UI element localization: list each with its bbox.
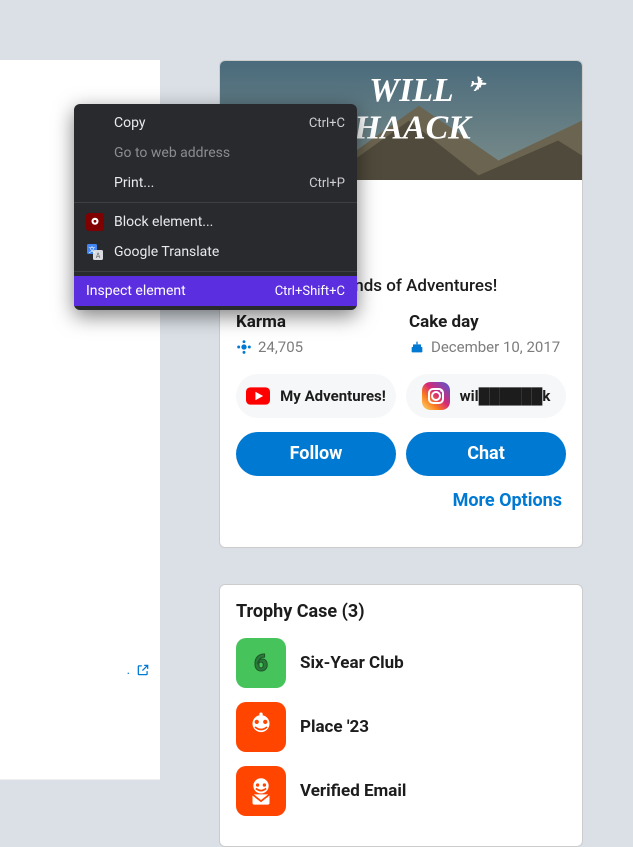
svg-text:6: 6	[254, 649, 268, 677]
chat-label: Chat	[467, 443, 505, 464]
ctx-print-label: Print...	[114, 175, 299, 191]
karma-value: 24,705	[258, 338, 303, 356]
banner-text-bottom: HAACK	[353, 110, 473, 147]
trophy-title: Trophy Case (3)	[236, 601, 566, 622]
ctx-goto: Go to web address	[74, 138, 357, 168]
ctx-copy-shortcut: Ctrl+C	[309, 116, 345, 131]
six-year-club-icon: 6	[236, 638, 286, 688]
stats-row: Karma 24,705 Cake day December 10, 2017	[236, 312, 566, 356]
blank-icon	[86, 174, 104, 192]
youtube-link[interactable]: My Adventures!	[236, 374, 396, 418]
ctx-separator	[74, 271, 357, 272]
ctx-copy[interactable]: Copy Ctrl+C	[74, 108, 357, 138]
more-options-link[interactable]: More Options	[236, 490, 566, 511]
trophy-row: Verified Email	[236, 766, 566, 816]
ctx-copy-label: Copy	[114, 115, 299, 131]
banner-text-top: WILL	[369, 72, 453, 109]
trophy-name: Place '23	[300, 717, 369, 737]
left-top-section	[0, 60, 160, 106]
external-link-icon	[136, 663, 150, 677]
ctx-print[interactable]: Print... Ctrl+P	[74, 168, 357, 198]
verified-email-icon	[236, 766, 286, 816]
left-external-link[interactable]: .	[0, 640, 160, 700]
instagram-link-label: wil██████k	[460, 387, 551, 405]
follow-label: Follow	[290, 443, 343, 464]
blank-icon	[86, 144, 104, 162]
trophy-row: 6 Six-Year Club	[236, 638, 566, 688]
youtube-link-label: My Adventures!	[280, 387, 386, 405]
ctx-print-shortcut: Ctrl+P	[309, 176, 345, 191]
svg-text:✈: ✈	[469, 74, 487, 96]
context-menu: Copy Ctrl+C Go to web address Print... C…	[74, 104, 357, 310]
youtube-icon	[246, 387, 270, 405]
cakeday-value: December 10, 2017	[431, 338, 560, 356]
trophy-row: Place '23	[236, 702, 566, 752]
ctx-google-translate[interactable]: 文A Google Translate	[74, 237, 357, 267]
follow-button[interactable]: Follow	[236, 432, 396, 476]
place23-icon	[236, 702, 286, 752]
ctx-block-label: Block element...	[114, 214, 345, 230]
ctx-translate-label: Google Translate	[114, 244, 345, 260]
chat-button[interactable]: Chat	[406, 432, 566, 476]
more-options-label: More Options	[453, 490, 562, 511]
cakeday-label: Cake day	[409, 312, 566, 332]
svg-text:文: 文	[89, 245, 96, 254]
cakeday-stat: Cake day December 10, 2017	[409, 312, 566, 356]
karma-icon	[236, 339, 252, 355]
instagram-link[interactable]: wil██████k	[406, 374, 566, 418]
ublock-icon	[86, 213, 104, 231]
cake-icon	[409, 339, 425, 355]
social-links-row: My Adventures! wil██████k	[236, 374, 566, 418]
trophy-name: Verified Email	[300, 781, 406, 801]
ctx-inspect-element[interactable]: Inspect element Ctrl+Shift+C	[74, 276, 357, 306]
blank-icon	[86, 114, 104, 132]
ctx-goto-label: Go to web address	[114, 145, 345, 161]
left-external-label: .	[127, 663, 130, 678]
trophy-card: Trophy Case (3) 6 Six-Year Club Place '2…	[219, 584, 583, 847]
karma-stat: Karma 24,705	[236, 312, 393, 356]
instagram-icon	[422, 382, 450, 410]
ctx-block-element[interactable]: Block element...	[74, 207, 357, 237]
trophy-name: Six-Year Club	[300, 653, 404, 673]
cta-row: Follow Chat	[236, 432, 566, 476]
google-translate-icon: 文A	[86, 243, 104, 261]
ctx-separator	[74, 202, 357, 203]
ctx-inspect-shortcut: Ctrl+Shift+C	[275, 284, 345, 299]
ctx-inspect-label: Inspect element	[86, 283, 265, 299]
svg-text:A: A	[96, 252, 101, 260]
karma-label: Karma	[236, 312, 393, 332]
